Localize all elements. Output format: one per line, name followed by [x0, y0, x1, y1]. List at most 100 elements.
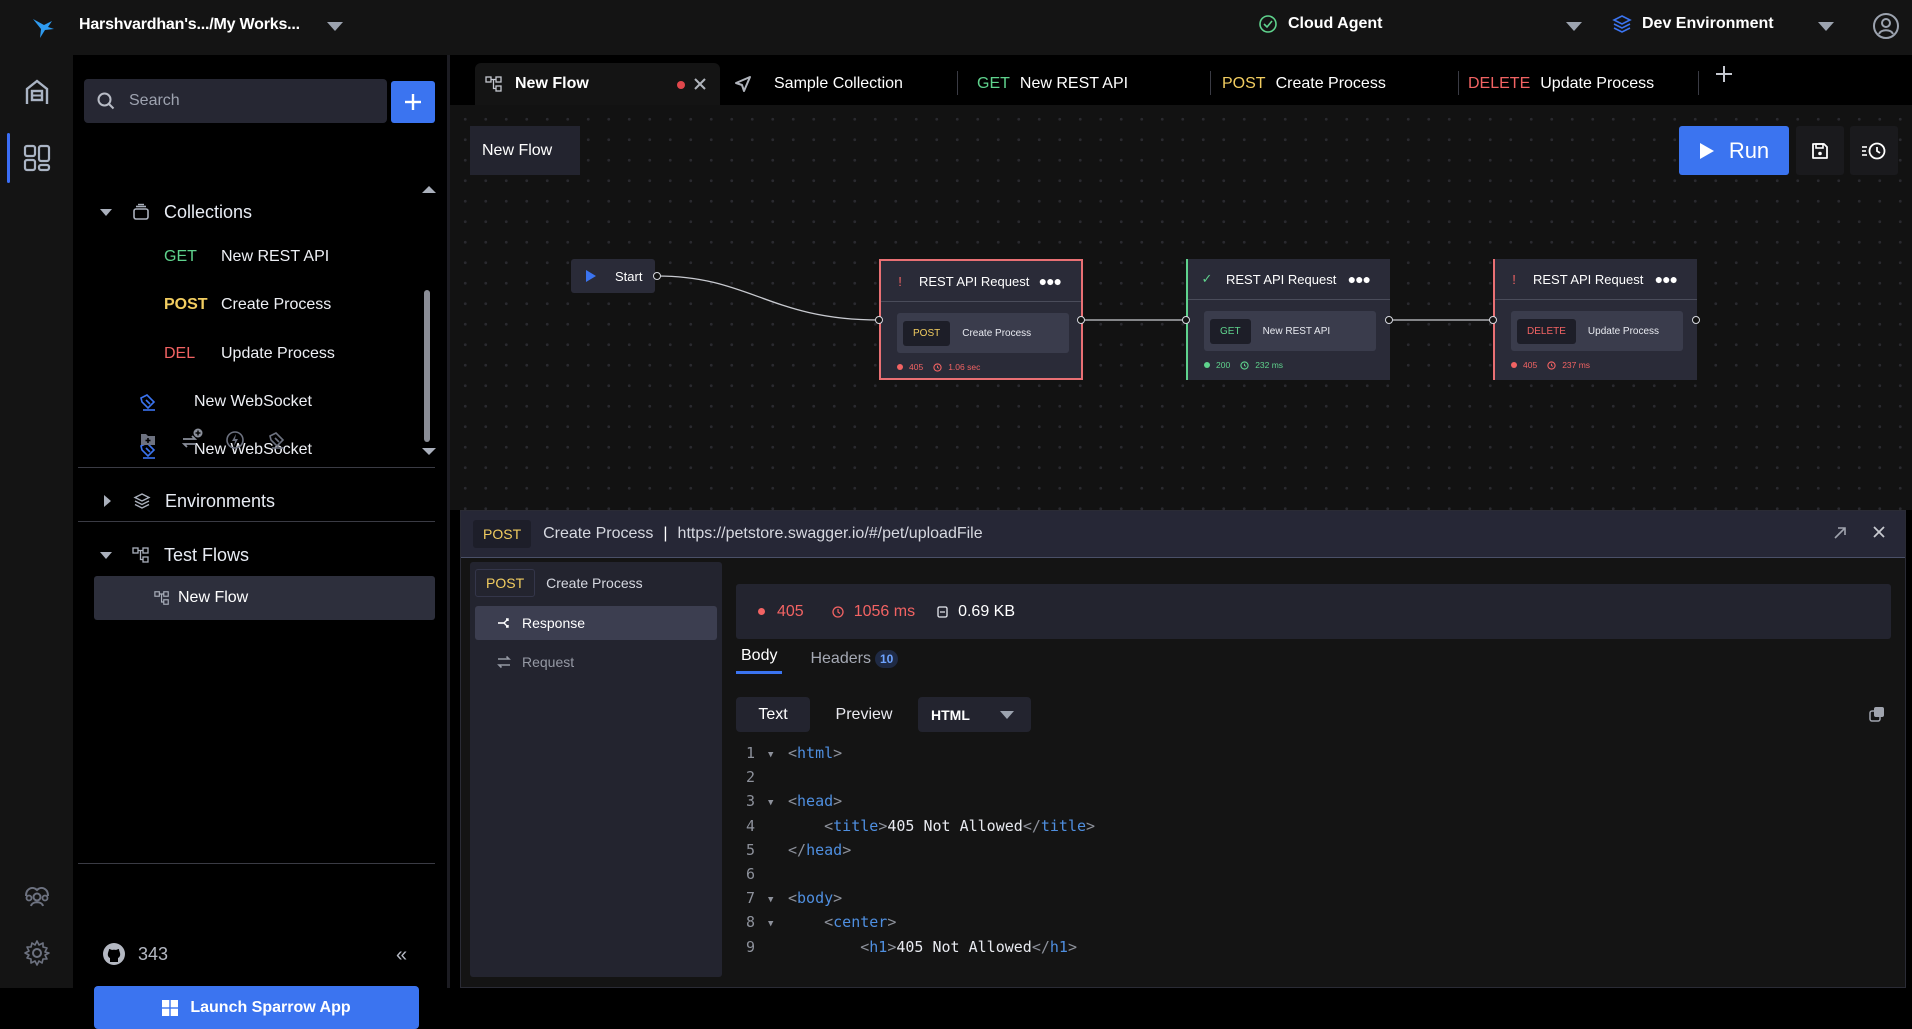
close-panel-icon[interactable] [1871, 524, 1887, 540]
side-item-response[interactable]: Response [475, 606, 717, 640]
code-line: 9 <h1>405 Not Allowed</h1> [746, 935, 1095, 959]
new-tab-button[interactable] [1715, 65, 1733, 83]
request-item[interactable]: DEL Update Process [164, 336, 335, 372]
fold-icon[interactable]: ▼ [768, 789, 788, 813]
check-circle-icon [1259, 15, 1277, 33]
sidebar: Collections GET New REST API POST Create… [73, 55, 447, 1029]
tab-headers[interactable]: Headers 10 [810, 650, 899, 674]
node-input-port[interactable] [875, 316, 883, 324]
workspace-name[interactable]: Harshvardhan's.../My Works... [79, 16, 300, 34]
clock-icon [933, 362, 942, 372]
github-stars-count: 343 [138, 943, 169, 964]
flow-canvas[interactable]: New Flow Run Start ! REST API Request ●●… [450, 105, 1912, 510]
side-item-request[interactable]: Request [475, 645, 717, 679]
preview-button[interactable]: Preview [820, 697, 908, 732]
node-result: 405 1.06 sec [897, 362, 980, 372]
status-dot-icon [1204, 362, 1210, 368]
add-button[interactable] [391, 81, 435, 123]
start-output-port[interactable] [653, 272, 661, 280]
flow-icon [154, 591, 169, 605]
tab-method: DELETE [1468, 75, 1531, 92]
search-box[interactable] [84, 79, 387, 123]
tab-label: New REST API [1019, 75, 1129, 92]
flow-item-new-flow[interactable]: New Flow [94, 576, 435, 620]
github-link[interactable]: 343 [102, 942, 168, 966]
websocket-item[interactable]: New WebSocket [138, 384, 312, 420]
add-folder-icon[interactable] [139, 430, 161, 452]
search-input[interactable] [129, 92, 359, 110]
collections-header[interactable]: Collections [100, 200, 252, 224]
collapse-sidebar-button[interactable]: « [396, 944, 407, 967]
response-code-viewer[interactable]: 1 ▼ <html> 2 3 ▼ <head> 4 <title>405 Not All… [746, 741, 1095, 959]
scroll-up-icon[interactable] [422, 186, 436, 193]
code-text: </head> [788, 840, 852, 859]
launch-app-button[interactable]: Launch Sparrow App [94, 986, 419, 1029]
caret-down-icon[interactable] [100, 551, 112, 559]
fold-icon[interactable]: ▼ [768, 910, 788, 934]
tree-scrollbar-thumb[interactable] [424, 290, 430, 442]
settings-gear-icon[interactable] [22, 938, 52, 968]
more-options-icon[interactable]: ●●● [1039, 273, 1062, 289]
tab-new-rest-api[interactable]: GET New REST API [977, 63, 1128, 105]
node-request: POST Create Process [897, 313, 1069, 353]
node-output-port[interactable] [1385, 316, 1393, 324]
tab-body[interactable]: Body [736, 647, 783, 674]
agent-selector[interactable]: Cloud Agent [1258, 14, 1383, 34]
environment-dropdown-icon[interactable] [1818, 22, 1834, 31]
environments-header[interactable]: Environments [104, 487, 275, 515]
side-item-label: Request [522, 654, 575, 670]
tab-new-flow[interactable]: New Flow [475, 63, 720, 105]
tab-sample-collection[interactable]: Sample Collection [734, 63, 903, 105]
node-title: REST API Request [919, 273, 1030, 289]
tab-bar: New Flow Sample Collection GET New REST … [450, 55, 1912, 105]
method-label: GET [164, 248, 197, 265]
agent-dropdown-icon[interactable] [1566, 22, 1582, 31]
workspace-dropdown-icon[interactable] [327, 22, 343, 31]
close-tab-icon[interactable] [693, 77, 707, 91]
add-request-icon[interactable] [180, 427, 203, 449]
add-websocket-icon[interactable] [267, 430, 289, 452]
divider [78, 521, 435, 522]
line-number: 4 [746, 816, 756, 835]
rest-api-node[interactable]: ! REST API Request ●●● POST Create Proce… [879, 259, 1083, 380]
collections-grid-icon[interactable] [22, 143, 52, 173]
more-options-icon[interactable]: ●●● [1655, 271, 1678, 287]
home-icon[interactable] [22, 77, 52, 107]
fold-icon[interactable]: ▼ [768, 886, 788, 910]
test-flows-header[interactable]: Test Flows [100, 541, 249, 569]
tab-label: New Flow [515, 75, 589, 92]
rest-api-node[interactable]: ! REST API Request ●●● DELETE Update Pro… [1493, 259, 1697, 380]
request-item[interactable]: POST Create Process [164, 287, 331, 323]
line-number: 3 [746, 792, 756, 811]
node-result: 405 237 ms [1511, 360, 1590, 370]
caret-right-icon[interactable] [104, 495, 111, 507]
tab-create-process[interactable]: POST Create Process [1222, 63, 1386, 105]
node-output-port[interactable] [1077, 316, 1085, 324]
tab-update-process[interactable]: DELETE Update Process [1468, 63, 1654, 105]
user-avatar-icon[interactable] [1872, 12, 1900, 40]
fold-icon[interactable]: ▼ [768, 741, 788, 765]
start-node[interactable]: Start [571, 259, 655, 293]
code-text: <body> [788, 889, 843, 908]
team-icon[interactable] [22, 882, 52, 912]
request-url: https://petstore.swagger.io/#/pet/upload… [677, 525, 983, 542]
line-number: 1 [746, 744, 756, 762]
format-select[interactable]: HTML [918, 697, 1031, 732]
node-input-port[interactable] [1182, 316, 1190, 324]
unsaved-dot-icon [677, 81, 685, 89]
request-item[interactable]: GET New REST API [164, 239, 329, 275]
agent-label: Cloud Agent [1288, 15, 1383, 32]
node-input-port[interactable] [1489, 316, 1497, 324]
node-output-port[interactable] [1692, 316, 1700, 324]
environment-selector[interactable]: Dev Environment [1612, 14, 1774, 34]
text-view-button[interactable]: Text [736, 697, 810, 732]
rest-api-node[interactable]: ✓ REST API Request ●●● GET New REST API … [1186, 259, 1390, 380]
copy-icon[interactable] [1869, 706, 1885, 722]
graphql-bolt-icon[interactable] [225, 430, 247, 452]
code-text: <head> [788, 792, 843, 811]
expand-icon[interactable] [1833, 526, 1847, 540]
caret-down-icon[interactable] [100, 208, 112, 216]
code-line: 8 ▼ <center> [746, 910, 1095, 934]
scroll-down-icon[interactable] [422, 448, 436, 455]
more-options-icon[interactable]: ●●● [1348, 271, 1371, 287]
